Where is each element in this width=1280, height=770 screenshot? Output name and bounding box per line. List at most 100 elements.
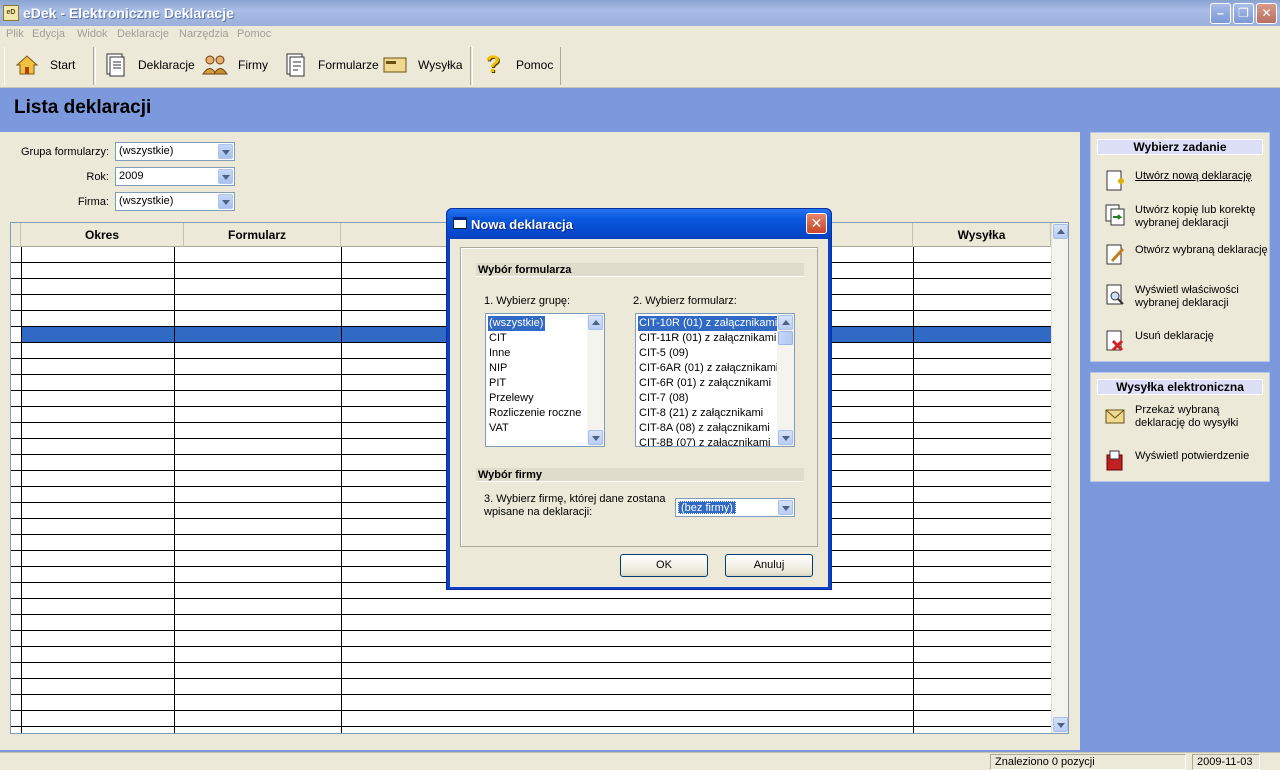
wysylka-button[interactable]: Wysyłka [382,50,463,80]
app-icon: eD [3,5,19,21]
rok-value: 2009 [119,170,144,182]
close-icon[interactable]: ✕ [806,213,827,234]
form-label: 2. Wybierz formularz: [633,295,737,307]
grupa-value: (wszystkie) [119,145,174,157]
forms-icon [282,52,308,78]
magnifier-document-icon [1103,283,1127,307]
ok-button[interactable]: OK [620,554,708,577]
task-send-declaration[interactable]: Przekaż wybraną deklarację do wysyłki [1103,403,1269,430]
list-item[interactable]: (wszystkie) [488,316,546,331]
column-divider [341,247,342,733]
list-item[interactable]: CIT [488,331,509,346]
send-panel-header: Wysyłka elektroniczna [1097,379,1263,395]
task-panel-header: Wybierz zadanie [1097,139,1263,155]
list-item[interactable]: CIT-10R (01) z załącznikami [638,316,780,331]
cancel-button[interactable]: Anuluj [725,554,813,577]
menu-deklaracje[interactable]: Deklaracje [117,28,169,40]
list-item[interactable]: CIT-5 (09) [638,346,691,361]
dialog-frame: Wybór formularza 1. Wybierz grupę: 2. Wy… [460,247,818,547]
chevron-down-icon[interactable] [218,194,233,209]
scroll-up-icon[interactable] [1053,224,1068,239]
list-item[interactable]: Przelewy [488,391,536,406]
restore-icon[interactable]: ❐ [1233,3,1254,24]
confirmation-icon [1103,449,1127,473]
list-item[interactable]: Inne [488,346,512,361]
firma-label: Firma: [77,196,109,208]
dialog-body: Wybór formularza 1. Wybierz grupę: 2. Wy… [450,239,828,587]
column-divider [913,247,914,733]
menu-widok[interactable]: Widok [77,28,108,40]
scroll-down-icon[interactable] [1053,717,1068,732]
list-item[interactable]: CIT-8A (08) z załącznikami [638,421,772,436]
group-listbox[interactable]: (wszystkie) CIT Inne NIP PIT Przelewy Ro… [485,313,605,447]
firmy-button[interactable]: Firmy [202,50,268,80]
list-item[interactable]: CIT-8 (21) z załącznikami [638,406,765,421]
menu-bar: Plik Edycja Widok Deklaracje Narzędzia P… [0,26,1280,44]
column-divider [174,247,175,733]
column-wysylka[interactable]: Wysyłka [913,223,1051,247]
scroll-down-icon[interactable] [588,430,603,445]
minimize-icon[interactable]: – [1210,3,1231,24]
chevron-down-icon[interactable] [218,169,233,184]
rok-label: Rok: [86,171,109,183]
window-title-bar: eD eDek - Elektroniczne Deklaracje – ❐ ✕ [0,0,1280,26]
task-show-confirmation[interactable]: Wyświetl potwierdzenie [1103,449,1269,473]
deklaracje-button[interactable]: Deklaracje [102,50,195,80]
grupa-select[interactable]: (wszystkie) [115,142,235,161]
rok-select[interactable]: 2009 [115,167,235,186]
task-show-confirmation-label: Wyświetl potwierdzenie [1135,450,1250,462]
help-icon: ? [485,51,501,78]
scroll-thumb[interactable] [778,331,793,345]
list-item[interactable]: Rozliczenie roczne [488,406,583,421]
list-item[interactable]: VAT [488,421,511,436]
envelope-icon [1103,403,1127,427]
group-label: 1. Wybierz grupę: [484,295,571,307]
task-delete-declaration[interactable]: Usuń deklarację [1103,329,1269,353]
firma-select[interactable]: (wszystkie) [115,192,235,211]
task-open-declaration[interactable]: Otwórz wybraną deklarację [1103,243,1269,267]
scroll-down-icon[interactable] [778,430,793,445]
form-listbox[interactable]: CIT-10R (01) z załącznikami CIT-11R (01)… [635,313,795,447]
menu-edycja[interactable]: Edycja [32,28,65,40]
list-item[interactable]: NIP [488,361,509,376]
task-copy-declaration-label: Utwórz kopię lub korektę wybranej deklar… [1135,204,1256,229]
firm-select[interactable]: (bez firmy) [675,498,795,517]
start-label: Start [50,58,76,72]
menu-narzedzia[interactable]: Narzędzia [179,28,229,40]
start-button[interactable]: Start [14,50,75,80]
chevron-down-icon[interactable] [218,144,233,159]
scroll-up-icon[interactable] [778,315,793,330]
menu-pomoc[interactable]: Pomoc [237,28,271,40]
task-properties[interactable]: Wyświetl właściwości wybranej deklaracji [1103,283,1269,310]
new-declaration-dialog: Nowa deklaracja ✕ Wybór formularza 1. Wy… [446,208,832,590]
scroll-up-icon[interactable] [588,315,603,330]
list-item[interactable]: CIT-8B (07) z załącznikami [638,436,772,446]
task-panel: Wybierz zadanie Utwórz nową deklarację U… [1090,132,1270,362]
task-properties-label: Wyświetl właściwości wybranej deklaracji [1135,284,1239,309]
pomoc-label: Pomoc [516,58,554,72]
home-icon [14,52,40,78]
task-copy-declaration[interactable]: Utwórz kopię lub korektę wybranej deklar… [1103,203,1269,230]
list-item[interactable]: CIT-7 (08) [638,391,691,406]
column-divider [21,247,22,733]
column-okres[interactable]: Okres [21,223,184,247]
section-firm-header: Wybór firmy [476,468,804,482]
formularze-button[interactable]: Formularze [282,50,379,80]
group-scrollbar[interactable] [587,314,604,446]
edit-document-icon [1103,243,1127,267]
task-new-declaration[interactable]: Utwórz nową deklarację [1103,169,1269,193]
form-scrollbar[interactable] [777,314,794,446]
window-icon [453,217,467,229]
list-item[interactable]: CIT-11R (01) z załącznikami [638,331,778,346]
pomoc-button[interactable]: ? Pomoc [480,50,554,80]
list-item[interactable]: CIT-6AR (01) z załącznikami [638,361,780,376]
column-formularz[interactable]: Formularz [174,223,341,247]
chevron-down-icon[interactable] [778,500,793,515]
firm-label: 3. Wybierz firmę, której dane zostana wp… [484,493,666,518]
table-scrollbar[interactable] [1051,223,1068,733]
close-icon[interactable]: ✕ [1256,3,1277,24]
list-item[interactable]: PIT [488,376,508,391]
menu-plik[interactable]: Plik [6,28,24,40]
list-item[interactable]: CIT-6R (01) z załącznikami [638,376,773,391]
firma-value: (wszystkie) [119,195,174,207]
